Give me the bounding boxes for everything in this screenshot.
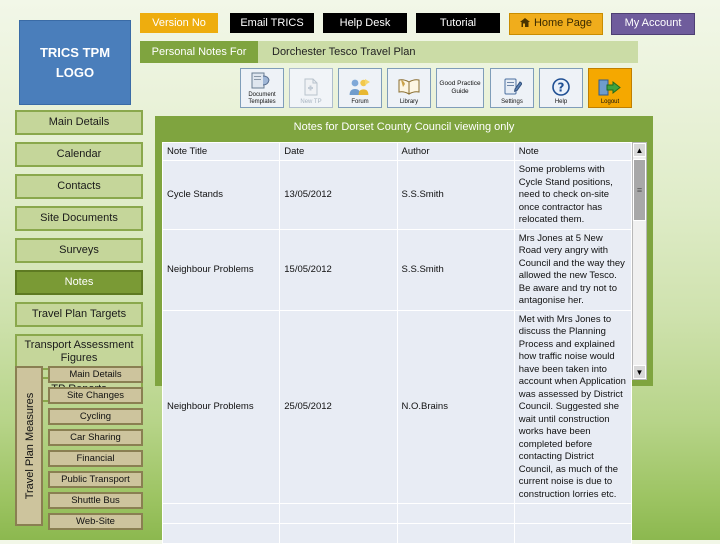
scroll-down-arrow-icon[interactable]: ▼ <box>633 365 646 379</box>
table-row[interactable]: Neighbour Problems 15/05/2012 S.S.Smith … <box>161 228 633 311</box>
cell-note-title: Neighbour Problems <box>161 309 281 504</box>
toolbar-document-templates[interactable]: Document Templates <box>240 68 284 108</box>
cell-date <box>279 503 398 524</box>
sidebar-item-main-details[interactable]: Main Details <box>15 110 143 135</box>
forum-icon <box>348 75 372 99</box>
cell-date: 13/05/2012 <box>279 160 398 230</box>
logo-line-1: TRICS TPM <box>39 44 111 60</box>
toolbar-logout[interactable]: Logout <box>588 68 632 108</box>
measure-item-car-sharing[interactable]: Car Sharing <box>48 429 143 446</box>
new-tp-icon <box>302 75 320 99</box>
cell-date: 15/05/2012 <box>279 228 398 311</box>
help-icon: ? <box>551 75 571 99</box>
notes-table-container: Note Title Date Author Note Cycle Stands… <box>161 142 646 544</box>
cell-note: Met with Mrs Jones to discuss the Planni… <box>513 309 633 504</box>
sidebar-item-transport-assessment-figures[interactable]: Transport Assessment Figures <box>15 334 143 370</box>
toolbar-help[interactable]: ? Help <box>539 68 583 108</box>
column-header-note-title[interactable]: Note Title <box>161 142 281 161</box>
sidebar-item-calendar[interactable]: Calendar <box>15 142 143 167</box>
sidebar-item-surveys[interactable]: Surveys <box>15 238 143 263</box>
scroll-up-arrow-icon[interactable]: ▲ <box>633 143 646 157</box>
notes-panel-title: Notes for Dorset County Council viewing … <box>293 121 515 133</box>
settings-icon <box>502 75 522 99</box>
notes-panel: Notes for Dorset County Council viewing … <box>155 116 653 544</box>
cell-note-title: Neighbour Problems <box>161 228 281 311</box>
toolbar-document-templates-label: Document Templates <box>248 92 276 105</box>
toolbar-library[interactable]: Library <box>387 68 431 108</box>
cell-note-title: Cycle Stands <box>161 160 281 230</box>
cell-note <box>513 503 633 524</box>
sidebar-item-site-documents[interactable]: Site Documents <box>15 206 143 231</box>
toolbar-forum[interactable]: Forum <box>338 68 382 108</box>
table-row[interactable] <box>161 503 633 524</box>
travel-plan-measures-label-text: Travel Plan Measures <box>24 392 36 500</box>
cell-note-title <box>161 503 281 524</box>
measure-item-cycling[interactable]: Cycling <box>48 408 143 425</box>
sidebar-item-contacts[interactable]: Contacts <box>15 174 143 199</box>
cell-note: Some problems with Cycle Stand positions… <box>513 160 633 230</box>
travel-plan-measures-label: Travel Plan Measures <box>15 366 43 526</box>
document-templates-icon <box>251 69 273 92</box>
table-row[interactable]: Cycle Stands 13/05/2012 S.S.Smith Some p… <box>161 160 633 230</box>
toolbar-forum-label: Forum <box>351 99 369 105</box>
measure-item-main-details[interactable]: Main Details <box>48 366 143 383</box>
toolbar-good-practice-guide[interactable]: Good Practice Guide <box>436 68 484 108</box>
toolbar-new-tp-label: New TP <box>300 99 322 105</box>
cell-author: S.S.Smith <box>396 160 515 230</box>
travel-plan-measures: Travel Plan Measures Main Details Site C… <box>15 366 143 534</box>
toolbar-logout-label: Logout <box>600 99 620 105</box>
context-bar: Personal Notes For Dorchester Tesco Trav… <box>140 41 638 63</box>
cell-note <box>513 523 633 544</box>
library-icon <box>397 75 421 99</box>
toolbar-settings[interactable]: Settings <box>490 68 534 108</box>
nav-help-desk[interactable]: Help Desk <box>323 13 407 33</box>
cell-author <box>396 503 515 524</box>
logo-line-2: LOGO <box>55 64 95 80</box>
sidebar: Main Details Calendar Contacts Site Docu… <box>15 110 143 409</box>
measure-item-public-transport[interactable]: Public Transport <box>48 471 143 488</box>
logout-icon <box>598 75 622 99</box>
cell-author <box>396 523 515 544</box>
cell-author: N.O.Brains <box>396 309 515 504</box>
cell-date: 25/05/2012 <box>279 309 398 504</box>
travel-plan-measures-list: Main Details Site Changes Cycling Car Sh… <box>48 366 143 534</box>
measure-item-financial[interactable]: Financial <box>48 450 143 467</box>
context-bar-tag: Personal Notes For <box>140 41 258 63</box>
nav-tutorial[interactable]: Tutorial <box>416 13 500 33</box>
sidebar-item-notes[interactable]: Notes <box>15 270 143 295</box>
notes-table: Note Title Date Author Note Cycle Stands… <box>161 142 633 544</box>
cell-author: S.S.Smith <box>396 228 515 311</box>
toolbar-library-label: Library <box>399 99 419 105</box>
house-icon <box>519 15 530 33</box>
notes-vertical-scrollbar[interactable]: ▲ ≡ ▼ <box>632 142 647 380</box>
toolbar-help-label: Help <box>554 99 568 105</box>
toolbar-settings-label: Settings <box>501 99 523 105</box>
svg-text:?: ? <box>558 81 565 95</box>
column-header-author[interactable]: Author <box>396 142 515 161</box>
application-window: TRICS TPM LOGO Version No Email TRICS He… <box>0 0 720 544</box>
cell-note-title <box>161 523 281 544</box>
toolbar-new-tp[interactable]: New TP <box>289 68 333 108</box>
cell-date <box>279 523 398 544</box>
column-header-date[interactable]: Date <box>279 142 398 161</box>
nav-version-no[interactable]: Version No <box>140 13 218 33</box>
column-header-note[interactable]: Note <box>513 142 633 161</box>
measure-item-shuttle-bus[interactable]: Shuttle Bus <box>48 492 143 509</box>
cell-note: Mrs Jones at 5 New Road very angry with … <box>513 228 633 311</box>
toolbar-good-practice-guide-label: Good Practice Guide <box>439 79 481 95</box>
table-header-row: Note Title Date Author Note <box>161 142 633 161</box>
nav-home-page[interactable]: Home Page <box>509 13 603 35</box>
app-logo: TRICS TPM LOGO <box>19 20 131 105</box>
table-row[interactable] <box>161 523 633 544</box>
nav-email-trics[interactable]: Email TRICS <box>230 13 314 33</box>
measure-item-web-site[interactable]: Web-Site <box>48 513 143 530</box>
nav-my-account[interactable]: My Account <box>611 13 695 35</box>
table-row[interactable]: Neighbour Problems 25/05/2012 N.O.Brains… <box>161 309 633 504</box>
nav-home-page-label: Home Page <box>533 17 593 29</box>
scrollbar-thumb[interactable]: ≡ <box>633 159 646 221</box>
sidebar-item-travel-plan-targets[interactable]: Travel Plan Targets <box>15 302 143 327</box>
measure-item-site-changes[interactable]: Site Changes <box>48 387 143 404</box>
context-bar-value: Dorchester Tesco Travel Plan <box>272 46 416 58</box>
